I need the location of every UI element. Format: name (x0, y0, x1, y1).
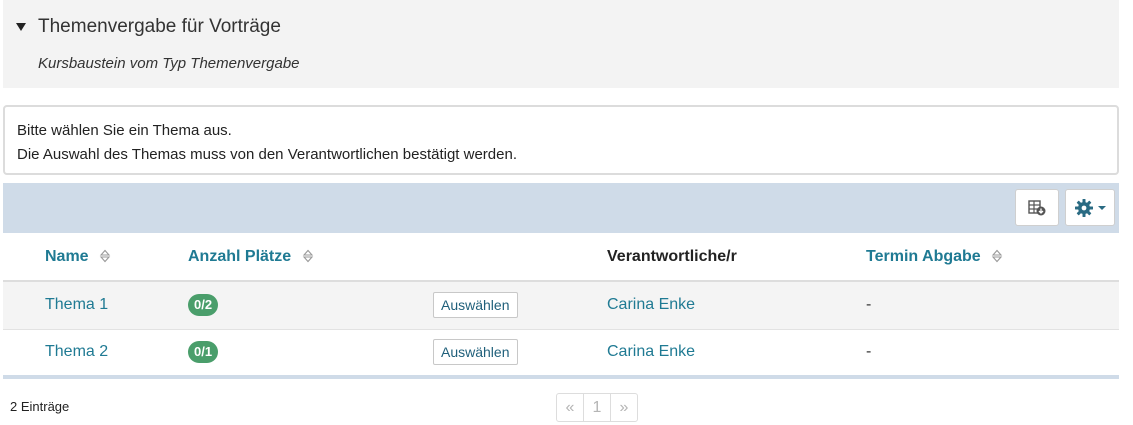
topic-name-link[interactable]: Thema 1 (45, 296, 108, 313)
col-places-header[interactable]: Anzahl Plätze (188, 233, 433, 281)
deadline-value: - (866, 296, 872, 314)
topic-name-link[interactable]: Thema 2 (45, 343, 108, 360)
topics-table: Name Anzahl Plätze Verantwortliche/r Ter… (3, 233, 1119, 379)
page-subtitle: Kursbaustein vom Typ Themenvergabe (38, 55, 300, 72)
chevron-down-icon (1097, 205, 1106, 210)
entry-count: 2 Einträge (10, 399, 70, 414)
info-line-2: Die Auswahl des Themas muss von den Vera… (17, 146, 517, 163)
select-button[interactable]: Auswählen (433, 339, 518, 366)
sort-icon (99, 249, 111, 263)
settings-button[interactable] (1065, 189, 1115, 226)
table-row: Thema 2 0/1 Auswählen Carina Enke - (3, 329, 1119, 377)
info-line-1: Bitte wählen Sie ein Thema aus. (17, 122, 232, 139)
col-action-header (433, 233, 607, 281)
table-header-row: Name Anzahl Plätze Verantwortliche/r Ter… (3, 233, 1119, 281)
pagination-prev[interactable]: « (556, 393, 584, 422)
responsible-link[interactable]: Carina Enke (607, 343, 695, 360)
info-box: Bitte wählen Sie ein Thema aus. Die Ausw… (3, 105, 1119, 175)
col-deadline-header[interactable]: Termin Abgabe (866, 233, 1119, 281)
pagination: « 1 » (556, 393, 638, 422)
deadline-value: - (866, 343, 872, 361)
sort-icon (991, 249, 1003, 263)
places-badge: 0/2 (188, 294, 219, 317)
export-button[interactable] (1015, 189, 1059, 226)
pagination-page-1[interactable]: 1 (583, 393, 611, 422)
page-title: Themenvergabe für Vorträge (38, 16, 281, 37)
select-button[interactable]: Auswählen (433, 292, 518, 319)
col-name-header[interactable]: Name (3, 233, 188, 281)
col-responsible-header: Verantwortliche/r (607, 247, 737, 265)
caret-down-icon (16, 23, 26, 31)
collapse-toggle[interactable]: Themenvergabe für Vorträge (16, 16, 281, 38)
responsible-link[interactable]: Carina Enke (607, 296, 695, 313)
table-toolbar (3, 183, 1119, 233)
gear-icon (1074, 198, 1093, 217)
table-row: Thema 1 0/2 Auswählen Carina Enke - (3, 281, 1119, 329)
pagination-next[interactable]: » (610, 393, 638, 422)
places-badge: 0/1 (188, 341, 219, 364)
sort-icon (302, 249, 313, 263)
table-export-icon (1028, 199, 1046, 215)
header-panel: Themenvergabe für Vorträge Kursbaustein … (3, 0, 1119, 88)
